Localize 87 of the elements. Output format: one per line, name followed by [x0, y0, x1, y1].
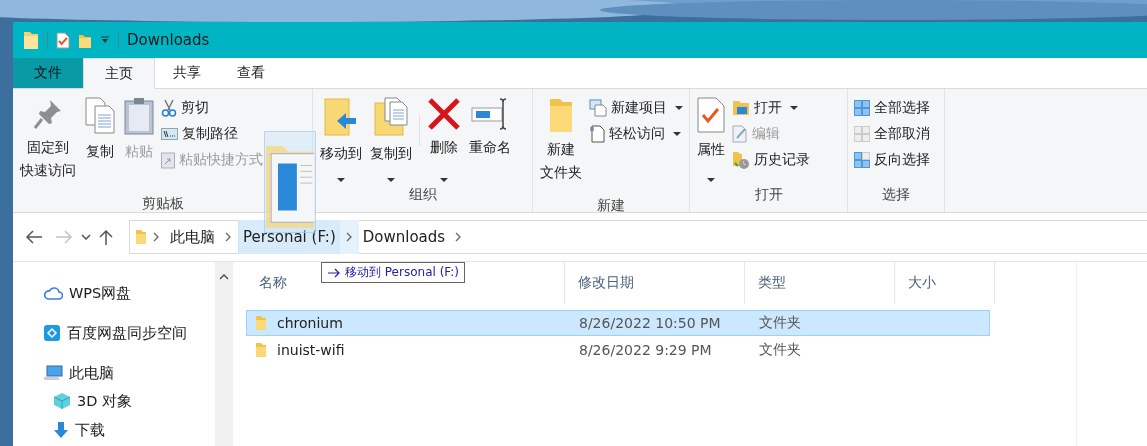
- select-option-button[interactable]: 反向选择: [852, 147, 932, 173]
- folder-arrow-icon: [323, 97, 359, 138]
- documents-icon: [84, 97, 116, 136]
- type-cell-text: 文件夹: [758, 341, 802, 359]
- caret-icon: [337, 178, 345, 183]
- grid-icon: [854, 151, 870, 168]
- document-icon: [589, 124, 605, 143]
- sidebar-item[interactable]: 下载: [13, 417, 215, 443]
- folder-icon: [135, 229, 147, 246]
- address-bar[interactable]: 此电脑 Personal (F:) Downloads: [129, 220, 1147, 255]
- cut-button[interactable]: 剪切: [159, 95, 265, 121]
- shortcut-clipboard-icon: [161, 150, 175, 169]
- forward-icon[interactable]: [55, 230, 73, 245]
- folder-icon: [255, 342, 267, 358]
- folder-icon: [548, 97, 574, 134]
- group-label: 剪贴板: [140, 195, 185, 214]
- path-icon: [161, 127, 178, 140]
- date-cell-text: 8/26/2022 9:29 PM: [578, 342, 713, 358]
- pin-button[interactable]: 固定到 快速访问: [17, 95, 79, 196]
- cube-icon: [53, 392, 71, 410]
- folder-window-icon: [732, 99, 750, 116]
- column-header[interactable]: 类型: [745, 262, 895, 304]
- breadcrumb[interactable]: Downloads: [358, 220, 450, 255]
- date-cell-text: 8/26/2022 10:50 PM: [578, 315, 722, 331]
- open-button[interactable]: 打开: [730, 95, 812, 121]
- chevron-down-icon[interactable]: [81, 234, 91, 241]
- tooltip-text: 移动到 Personal (F:): [345, 264, 460, 281]
- ribbon-tab[interactable]: 文件: [13, 58, 83, 90]
- folder-icon[interactable]: [23, 30, 39, 51]
- easy-access-button[interactable]: 轻松访问: [587, 121, 685, 147]
- grid-icon: [854, 99, 870, 116]
- caret-icon: [440, 178, 448, 183]
- caret-icon: [707, 178, 715, 183]
- checkmark-document-icon: [697, 97, 725, 134]
- copy-button[interactable]: 复制: [81, 95, 119, 196]
- sidebar-item[interactable]: WPS网盘: [13, 280, 215, 306]
- history-button[interactable]: 历史记录: [730, 147, 812, 173]
- download-arrow-icon: [53, 421, 69, 439]
- copy-to-button[interactable]: 复制到: [367, 95, 415, 187]
- window-title: Downloads: [127, 31, 210, 50]
- copy-path-button[interactable]: 复制路径: [159, 121, 265, 147]
- new-item-icon: [589, 98, 607, 117]
- group-label: 打开: [753, 186, 784, 205]
- cross-icon: [427, 97, 461, 132]
- delete-button[interactable]: 删除: [424, 95, 464, 187]
- caret-icon: [790, 105, 798, 110]
- new-item-button[interactable]: 新建项目: [587, 95, 685, 121]
- breadcrumb[interactable]: 此电脑: [166, 220, 219, 255]
- column-header[interactable]: 大小: [895, 262, 995, 304]
- caret-icon: [675, 105, 683, 110]
- group-label: 选择: [881, 186, 911, 205]
- sidebar-item[interactable]: 此电脑: [13, 360, 215, 386]
- rename-button[interactable]: 重命名: [466, 95, 514, 187]
- scroll-up-icon[interactable]: [218, 274, 229, 280]
- ribbon-tab[interactable]: 主页: [83, 58, 155, 90]
- scissors-icon: [161, 98, 177, 117]
- column-header[interactable]: 修改日期: [565, 262, 745, 304]
- new-folder-button[interactable]: 新建 文件夹: [537, 95, 585, 198]
- computer-icon: [43, 365, 63, 381]
- file-row[interactable]: chronium 8/26/2022 10:50 PM 文件夹: [246, 310, 990, 336]
- right-arrow-icon: [327, 267, 341, 278]
- cloud-icon: [43, 286, 63, 300]
- caret-icon: [387, 178, 395, 183]
- sidebar-item[interactable]: 百度网盘同步空间: [13, 320, 215, 346]
- folder-icon: [255, 315, 267, 331]
- group-label: 新建: [596, 197, 626, 216]
- select-option-button[interactable]: 全部选择: [852, 95, 932, 121]
- caret-icon: [673, 131, 681, 136]
- clipboard-icon: [124, 97, 154, 136]
- move-to-button[interactable]: 移动到: [317, 95, 365, 187]
- file-name: chronium: [277, 315, 343, 331]
- cloud-drive-icon: [43, 324, 61, 342]
- checklist-icon[interactable]: [56, 31, 70, 49]
- text-field-icon: [471, 97, 509, 132]
- up-arrow-icon[interactable]: [99, 229, 113, 246]
- folder-clock-icon: [732, 150, 750, 169]
- group-label: 组织: [407, 186, 438, 205]
- grid-icon: [854, 125, 870, 142]
- type-cell-text: 文件夹: [758, 314, 802, 332]
- sidebar-item[interactable]: 3D 对象: [13, 388, 215, 414]
- back-icon[interactable]: [25, 230, 43, 245]
- properties-button[interactable]: 属性: [694, 95, 728, 187]
- select-option-button[interactable]: 全部取消: [852, 121, 932, 147]
- folder-documents-icon: [373, 97, 409, 138]
- file-name: inuist-wifi: [277, 342, 345, 358]
- pencil-document-icon: [732, 124, 748, 143]
- file-row[interactable]: inuist-wifi 8/26/2022 9:29 PM 文件夹: [246, 337, 990, 363]
